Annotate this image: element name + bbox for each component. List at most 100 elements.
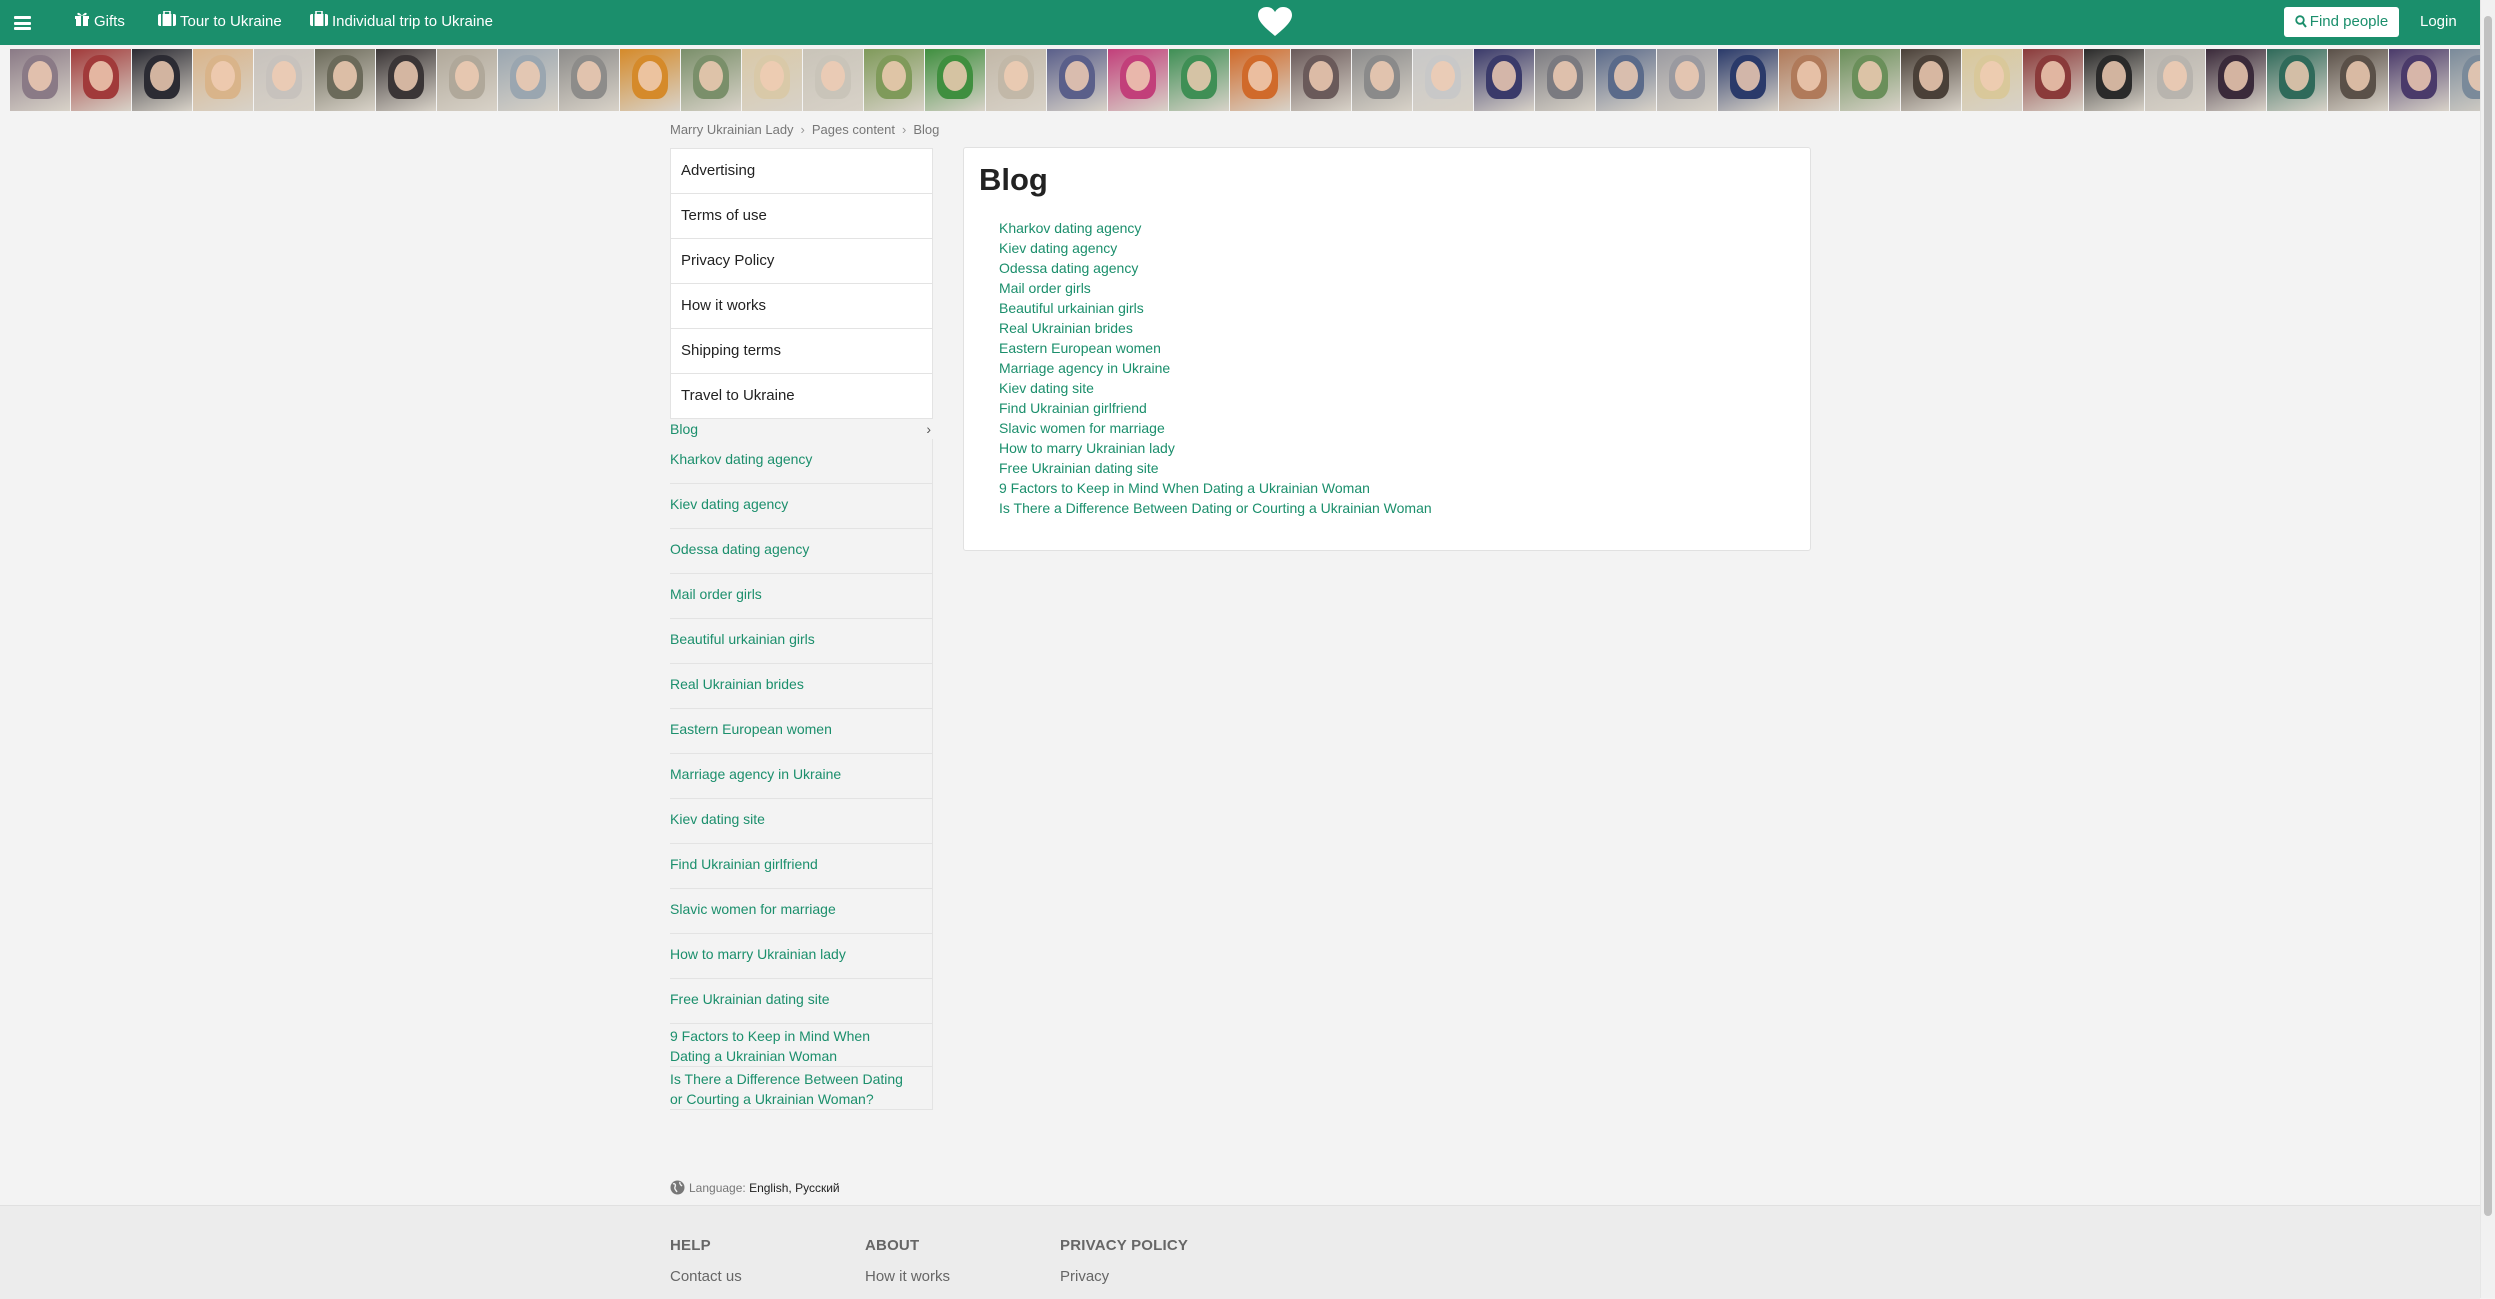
sidebar-item[interactable]: Travel to Ukraine [670, 374, 933, 419]
profile-thumbnail[interactable] [2389, 49, 2449, 111]
profile-thumbnail[interactable] [2084, 49, 2144, 111]
profile-thumbnail[interactable] [1169, 49, 1229, 111]
profile-thumbnail[interactable] [437, 49, 497, 111]
sidebar-blog-item[interactable]: Eastern European women [670, 709, 932, 754]
sidebar-blog-item[interactable]: Kiev dating site [670, 799, 932, 844]
blog-link[interactable]: Eastern European women [999, 338, 1432, 358]
profile-thumbnail[interactable] [2328, 49, 2388, 111]
breadcrumb-pages-content[interactable]: Pages content [812, 122, 895, 137]
chevron-right-icon: › [926, 421, 931, 437]
blog-link[interactable]: Is There a Difference Between Dating or … [999, 498, 1432, 518]
blog-link[interactable]: Beautiful urkainian girls [999, 298, 1432, 318]
profile-thumbnail[interactable] [1840, 49, 1900, 111]
sidebar-blog-item[interactable]: Slavic women for marriage [670, 889, 932, 934]
profile-thumbnail[interactable] [620, 49, 680, 111]
scrollbar-thumb[interactable] [2484, 16, 2492, 1216]
sidebar-blog-item[interactable]: 9 Factors to Keep in Mind When Dating a … [670, 1024, 932, 1067]
sidebar-blog-item[interactable]: How to marry Ukrainian lady [670, 934, 932, 979]
sidebar-blog-item[interactable]: Odessa dating agency [670, 529, 932, 574]
language-options[interactable]: English, Русский [749, 1181, 840, 1195]
profile-thumbnail[interactable] [315, 49, 375, 111]
blog-link[interactable]: Mail order girls [999, 278, 1432, 298]
profile-thumbnail[interactable] [2023, 49, 2083, 111]
profile-thumbnail[interactable] [254, 49, 314, 111]
menu-icon[interactable] [14, 16, 31, 30]
find-people-button[interactable]: Find people [2284, 7, 2399, 37]
sidebar-item[interactable]: How it works [670, 284, 933, 329]
profile-thumbnail[interactable] [1413, 49, 1473, 111]
profile-thumbnail[interactable] [1657, 49, 1717, 111]
nav-gifts-link[interactable]: Gifts [74, 0, 125, 45]
language-selector: Language: English, Русский [670, 1180, 840, 1198]
blog-link-list: Kharkov dating agency Kiev dating agency O… [999, 218, 1432, 518]
blog-link[interactable]: Real Ukrainian brides [999, 318, 1432, 338]
nav-individual-trip-link[interactable]: Individual trip to Ukraine [310, 0, 493, 45]
profile-thumbnail[interactable] [1962, 49, 2022, 111]
profile-thumbnail[interactable] [376, 49, 436, 111]
profile-thumbnail[interactable] [132, 49, 192, 111]
profile-thumbnail[interactable] [193, 49, 253, 111]
sidebar-blog-item[interactable]: Kharkov dating agency [670, 439, 932, 484]
profile-thumbnail[interactable] [803, 49, 863, 111]
sidebar-blog-item[interactable]: Mail order girls [670, 574, 932, 619]
profile-thumbnail[interactable] [1535, 49, 1595, 111]
sidebar-blog-item[interactable]: Is There a Difference Between Dating or … [670, 1067, 932, 1110]
breadcrumb-home[interactable]: Marry Ukrainian Lady [670, 122, 794, 137]
sidebar-item[interactable]: Privacy Policy [670, 239, 933, 284]
profile-thumbnail[interactable] [2145, 49, 2205, 111]
blog-link[interactable]: Odessa dating agency [999, 258, 1432, 278]
sidebar-blog-item[interactable]: Find Ukrainian girlfriend [670, 844, 932, 889]
blog-link[interactable]: Kharkov dating agency [999, 218, 1432, 238]
profile-thumbnail[interactable] [1474, 49, 1534, 111]
profile-thumbnail[interactable] [2206, 49, 2266, 111]
sidebar-blog-item[interactable]: Marriage agency in Ukraine [670, 754, 932, 799]
sidebar-blog-item[interactable]: Beautiful urkainian girls [670, 619, 932, 664]
profile-thumbnail[interactable] [742, 49, 802, 111]
sidebar-item[interactable]: Terms of use [670, 194, 933, 239]
profile-thumbnail[interactable] [1047, 49, 1107, 111]
profile-thumbnail[interactable] [2267, 49, 2327, 111]
heart-logo-icon[interactable] [1258, 7, 1292, 37]
profile-thumbnail[interactable] [498, 49, 558, 111]
nav-tour-link[interactable]: Tour to Ukraine [158, 0, 282, 45]
profile-thumbnail[interactable] [10, 49, 70, 111]
footer-how-it-works-link[interactable]: How it works [865, 1268, 950, 1285]
blog-link[interactable]: Marriage agency in Ukraine [999, 358, 1432, 378]
blog-link[interactable]: Kiev dating site [999, 378, 1432, 398]
profile-thumbnail[interactable] [1596, 49, 1656, 111]
blog-link[interactable]: Kiev dating agency [999, 238, 1432, 258]
blog-link[interactable]: Find Ukrainian girlfriend [999, 398, 1432, 418]
blog-link[interactable]: Free Ukrainian dating site [999, 458, 1432, 478]
blog-link[interactable]: 9 Factors to Keep in Mind When Dating a … [999, 478, 1432, 498]
profile-thumbnail[interactable] [1352, 49, 1412, 111]
footer-privacy-link[interactable]: Privacy [1060, 1268, 1188, 1285]
footer-contact-link[interactable]: Contact us [670, 1268, 742, 1285]
thumbnail-face [89, 61, 113, 91]
blog-link[interactable]: Slavic women for marriage [999, 418, 1432, 438]
profile-thumbnail[interactable] [2450, 49, 2480, 111]
profile-thumbnail[interactable] [925, 49, 985, 111]
profile-thumbnail[interactable] [1901, 49, 1961, 111]
sidebar-blog-item[interactable]: Real Ukrainian brides [670, 664, 932, 709]
profile-thumbnail[interactable] [864, 49, 924, 111]
sidebar-blog-toggle[interactable]: Blog › [670, 419, 933, 439]
blog-link[interactable]: How to marry Ukrainian lady [999, 438, 1432, 458]
profile-thumbnail[interactable] [1230, 49, 1290, 111]
profile-thumbnail[interactable] [1718, 49, 1778, 111]
sidebar-blog-item[interactable]: Kiev dating agency [670, 484, 932, 529]
profile-thumbnail[interactable] [559, 49, 619, 111]
thumbnail-face [1248, 61, 1272, 91]
profile-thumbnail[interactable] [71, 49, 131, 111]
profile-thumbnail[interactable] [1779, 49, 1839, 111]
sidebar-blog-item[interactable]: Free Ukrainian dating site [670, 979, 932, 1024]
thumbnail-face [1553, 61, 1577, 91]
profile-thumbnail[interactable] [986, 49, 1046, 111]
profile-thumbnail[interactable] [1291, 49, 1351, 111]
thumbnail-face [1065, 61, 1089, 91]
login-link[interactable]: Login [2420, 0, 2457, 45]
sidebar-item[interactable]: Advertising [670, 148, 933, 194]
profile-thumbnail[interactable] [681, 49, 741, 111]
profile-thumbnail[interactable] [1108, 49, 1168, 111]
page-scrollbar[interactable] [2480, 0, 2495, 1298]
sidebar-item[interactable]: Shipping terms [670, 329, 933, 374]
